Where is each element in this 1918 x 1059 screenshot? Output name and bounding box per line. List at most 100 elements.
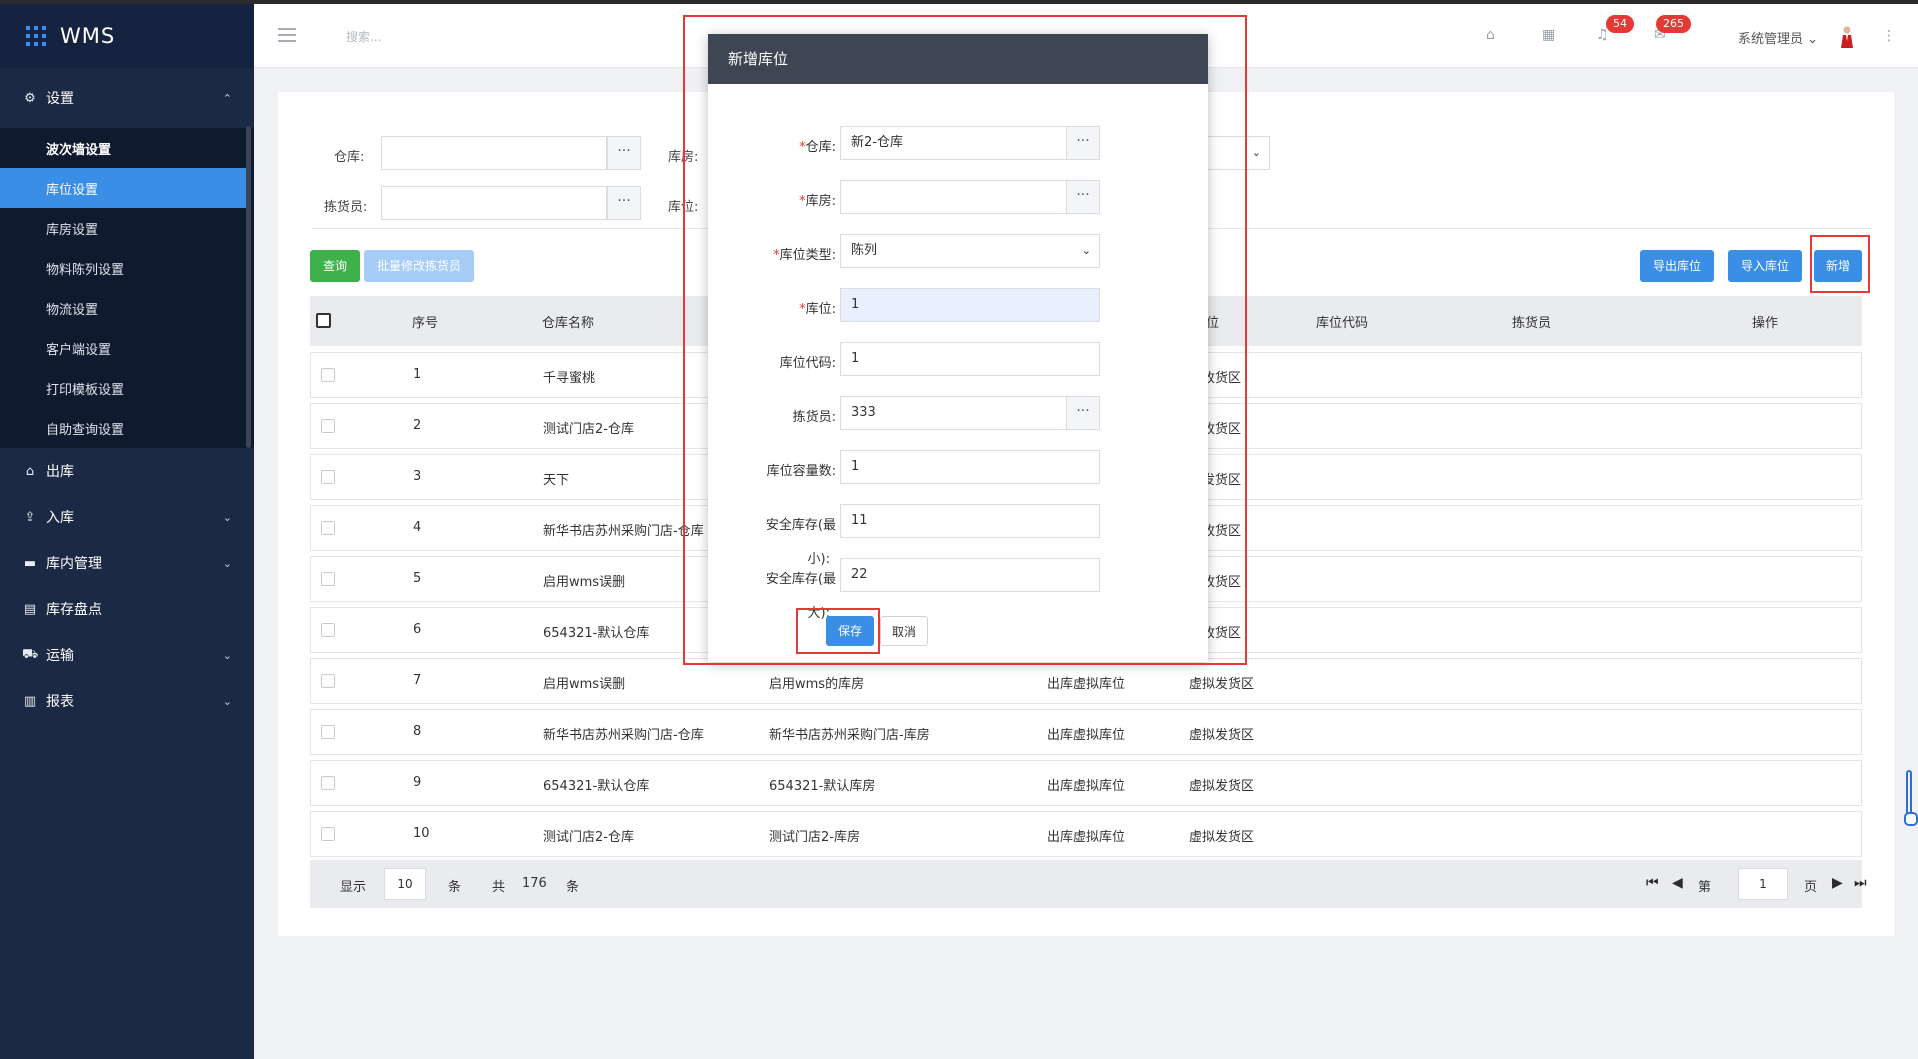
col-location-code: 库位代码 bbox=[1316, 316, 1369, 331]
cell-warehouse: 测试门店2-仓库 bbox=[543, 830, 634, 845]
col-seq: 序号 bbox=[412, 316, 439, 331]
bar-chart-icon: ▥ bbox=[23, 693, 37, 709]
table-row[interactable]: 10 测试门店2-仓库 测试门店2-库房 出库虚拟库位 虚拟发货区 bbox=[310, 811, 1862, 857]
chevron-down-icon: ⌄ bbox=[222, 556, 232, 570]
picker-picker-button[interactable]: ··· bbox=[607, 186, 641, 220]
cell-location-type: 出库虚拟库位 bbox=[1047, 830, 1126, 845]
message-badge: 265 bbox=[1656, 15, 1691, 33]
page-suffix-label: 页 bbox=[1804, 880, 1818, 895]
sidebar-scrollbar[interactable] bbox=[246, 126, 251, 448]
warehouse-picker-button[interactable]: ··· bbox=[607, 136, 641, 170]
apps-icon[interactable]: ▦ bbox=[1542, 27, 1555, 43]
sidebar-group-settings[interactable]: ⚙ 设置 ⌃ bbox=[0, 68, 254, 128]
bell-icon[interactable]: ♫ bbox=[1596, 27, 1609, 43]
sidebar-group-outbound[interactable]: ⌂ 出库 bbox=[0, 448, 254, 494]
row-checkbox[interactable] bbox=[321, 623, 335, 637]
cell-seq: 3 bbox=[413, 469, 422, 484]
filter-warehouse-input[interactable] bbox=[381, 136, 607, 170]
sidebar-group-reports[interactable]: ▥ 报表 ⌄ bbox=[0, 678, 254, 724]
row-checkbox[interactable] bbox=[321, 572, 335, 586]
sidebar-group-label: 入库 bbox=[46, 510, 74, 526]
cell-warehouse: 654321-默认仓库 bbox=[543, 779, 650, 794]
sidebar-group-inventory-management[interactable]: ▬ 库内管理 ⌄ bbox=[0, 540, 254, 586]
sidebar-group-label: 报表 bbox=[46, 694, 74, 710]
cell-storeroom: 654321-默认库房 bbox=[769, 779, 876, 794]
sidebar-item-client[interactable]: 客户端设置 bbox=[0, 328, 254, 368]
sidebar-group-transport[interactable]: ⛟ 运输 ⌄ bbox=[0, 632, 254, 678]
row-checkbox[interactable] bbox=[321, 776, 335, 790]
home-icon[interactable]: ⌂ bbox=[1486, 27, 1495, 43]
query-button[interactable]: 查询 bbox=[310, 250, 360, 282]
user-menu[interactable]: 系统管理员 ⌄ bbox=[1738, 28, 1818, 47]
cell-warehouse: 新华书店苏州采购门店-仓库 bbox=[543, 524, 704, 539]
table-row[interactable]: 8 新华书店苏州采购门店-仓库 新华书店苏州采购门店-库房 出库虚拟库位 虚拟发货区 bbox=[310, 709, 1862, 755]
apps-grid-icon[interactable] bbox=[26, 26, 46, 46]
pagination: 显示 10 条 共 176 条 ⏮ ◀ 第 1 页 ▶ ⏭ bbox=[310, 860, 1867, 908]
sidebar: WMS ⚙ 设置 ⌃ 波次墙设置 库位设置 库房设置 物料陈列设置 物流设置 客… bbox=[0, 4, 254, 1059]
brand: WMS bbox=[0, 4, 254, 68]
row-checkbox[interactable] bbox=[321, 725, 335, 739]
sidebar-group-inbound[interactable]: ⇪ 入库 ⌄ bbox=[0, 494, 254, 540]
prev-page-icon[interactable]: ◀ bbox=[1672, 875, 1683, 891]
first-page-icon[interactable]: ⏮ bbox=[1646, 875, 1659, 891]
sidebar-item-self-query[interactable]: 自助查询设置 bbox=[0, 408, 254, 448]
cell-location-type: 出库虚拟库位 bbox=[1047, 728, 1126, 743]
row-checkbox[interactable] bbox=[321, 827, 335, 841]
sidebar-item-print-template[interactable]: 打印模板设置 bbox=[0, 368, 254, 408]
row-checkbox[interactable] bbox=[321, 521, 335, 535]
cell-warehouse: 654321-默认仓库 bbox=[543, 626, 650, 641]
cell-seq: 9 bbox=[413, 775, 422, 790]
avatar[interactable] bbox=[1840, 26, 1854, 48]
briefcase-icon: ▬ bbox=[23, 555, 37, 571]
sidebar-group-stocktake[interactable]: ▤ 库存盘点 bbox=[0, 586, 254, 632]
menu-toggle-icon[interactable] bbox=[278, 28, 296, 46]
row-checkbox[interactable] bbox=[321, 368, 335, 382]
export-locations-button[interactable]: 导出库位 bbox=[1640, 250, 1714, 282]
sidebar-group-label: 出库 bbox=[46, 464, 74, 480]
cell-seq: 4 bbox=[413, 520, 422, 535]
sidebar-group-label: 库存盘点 bbox=[46, 602, 102, 618]
chevron-up-icon: ⌃ bbox=[222, 91, 232, 105]
filter-warehouse-label: 仓库: bbox=[334, 150, 365, 165]
sidebar-item-logistics[interactable]: 物流设置 bbox=[0, 288, 254, 328]
cell-seq: 2 bbox=[413, 418, 422, 433]
cell-warehouse: 测试门店2-仓库 bbox=[543, 422, 634, 437]
table-row[interactable]: 9 654321-默认仓库 654321-默认库房 出库虚拟库位 虚拟发货区 bbox=[310, 760, 1862, 806]
next-page-icon[interactable]: ▶ bbox=[1832, 875, 1843, 891]
cell-location-type: 出库虚拟库位 bbox=[1047, 677, 1126, 692]
filter-picker-label: 拣货员: bbox=[324, 200, 368, 215]
more-vertical-icon[interactable]: ⋮ bbox=[1882, 28, 1896, 44]
cell-seq: 1 bbox=[413, 367, 422, 382]
filter-picker-input[interactable] bbox=[381, 186, 607, 220]
sidebar-group-label: 运输 bbox=[46, 648, 74, 664]
settings-submenu: 波次墙设置 库位设置 库房设置 物料陈列设置 物流设置 客户端设置 打印模板设置… bbox=[0, 128, 254, 448]
sidebar-item-wave-wall[interactable]: 波次墙设置 bbox=[0, 128, 254, 168]
cell-warehouse: 启用wms误删 bbox=[543, 677, 626, 692]
cell-seq: 8 bbox=[413, 724, 422, 739]
import-locations-button[interactable]: 导入库位 bbox=[1728, 250, 1802, 282]
last-page-icon[interactable]: ⏭ bbox=[1854, 875, 1867, 891]
chevron-down-icon: ⌄ bbox=[1807, 32, 1819, 47]
sidebar-item-location-settings[interactable]: 库位设置 bbox=[0, 168, 246, 208]
pager-unit-label: 条 bbox=[448, 880, 462, 895]
inbound-icon: ⇪ bbox=[24, 509, 36, 525]
current-page-input[interactable]: 1 bbox=[1738, 868, 1788, 900]
col-warehouse: 仓库名称 bbox=[542, 316, 595, 331]
row-checkbox[interactable] bbox=[321, 470, 335, 484]
page-size-input[interactable]: 10 bbox=[384, 868, 426, 900]
search-input[interactable]: 搜索... bbox=[346, 28, 381, 45]
cell-storeroom: 新华书店苏州采购门店-库房 bbox=[769, 728, 930, 743]
select-all-checkbox[interactable] bbox=[316, 313, 331, 328]
notification-badge: 54 bbox=[1606, 15, 1634, 33]
row-checkbox[interactable] bbox=[321, 419, 335, 433]
chevron-down-icon: ⌄ bbox=[1251, 146, 1261, 159]
sidebar-item-storeroom-settings[interactable]: 库房设置 bbox=[0, 208, 254, 248]
pager-total-label: 共 bbox=[492, 880, 506, 895]
sidebar-item-material-display[interactable]: 物料陈列设置 bbox=[0, 248, 254, 288]
batch-edit-picker-button[interactable]: 批量修改拣货员 bbox=[364, 250, 474, 282]
brand-title: WMS bbox=[60, 24, 116, 48]
cell-warehouse: 新华书店苏州采购门店-仓库 bbox=[543, 728, 704, 743]
sidebar-group-label: 库内管理 bbox=[46, 556, 102, 572]
cell-area: 虚拟发货区 bbox=[1189, 728, 1255, 743]
row-checkbox[interactable] bbox=[321, 674, 335, 688]
